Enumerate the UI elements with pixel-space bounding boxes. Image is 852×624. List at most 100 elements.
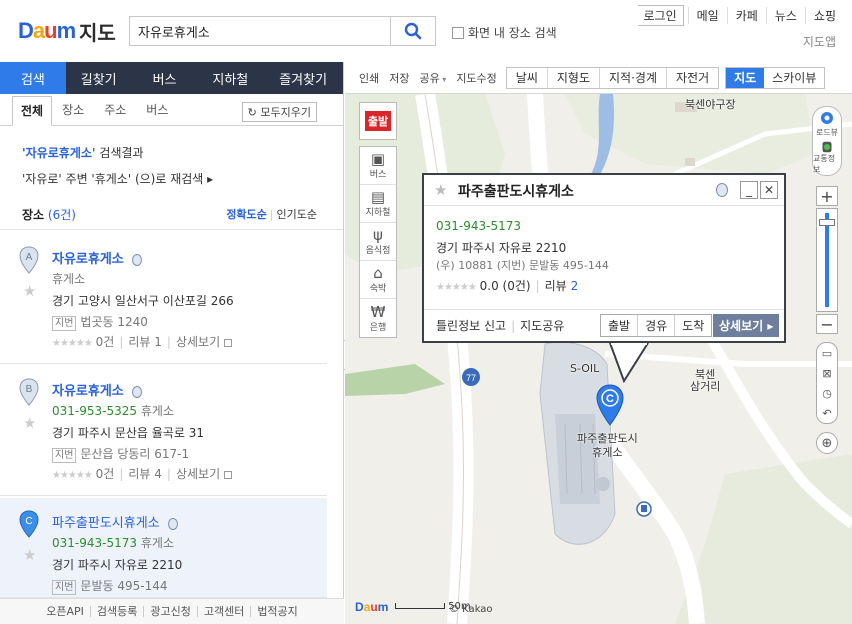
footer-openapi[interactable]: 오픈API xyxy=(40,606,90,617)
footer-register[interactable]: 검색등록 xyxy=(89,606,143,617)
review-link[interactable]: 리뷰 1 xyxy=(128,335,162,349)
favorite-star-icon[interactable]: ★ xyxy=(23,546,36,564)
place-name-link[interactable]: 파주출판도시휴게소 xyxy=(52,516,160,531)
place-name-link[interactable]: 자유로휴게소 xyxy=(52,384,124,399)
ruler-icon[interactable]: ▭ xyxy=(817,343,837,363)
category-subway[interactable]: ▤ 지하철 xyxy=(360,185,396,223)
category-bus[interactable]: ▣ 버스 xyxy=(360,147,396,185)
list-item[interactable]: B ★ 자유로휴게소 031-953-5325 휴게소 경기 파주시 문산읍 율… xyxy=(0,366,327,496)
zoom-out-button[interactable]: − xyxy=(816,314,838,334)
map-label-crossroad[interactable]: 북센 삼거리 xyxy=(690,369,720,393)
map-canvas[interactable]: 77 북센야구장 S-OIL 북센 삼거리 파주출판도시 휴게소 C 출발 ▣ 버스 … xyxy=(345,94,852,624)
category-restaurant[interactable]: ψ 음식점 xyxy=(360,223,396,261)
research-link[interactable]: '자유로' 주변 '휴게소' (으)로 재검색 ▸ xyxy=(22,166,343,192)
favorite-star-icon[interactable]: ★ xyxy=(23,414,36,432)
zoom-in-button[interactable]: + xyxy=(816,186,838,206)
login-button[interactable]: 로그인 xyxy=(637,5,684,26)
tab-favorites[interactable]: 즐겨찾기 xyxy=(263,62,343,94)
map-daum-logo: Daum xyxy=(355,600,389,614)
place-name-link[interactable]: 자유로휴게소 xyxy=(52,252,124,267)
tab-subway[interactable]: 지하철 xyxy=(197,62,263,94)
save-button[interactable]: 저장 xyxy=(384,70,414,86)
map-extra-tools: ▭ ⊠ ◷ ↶ xyxy=(816,342,838,424)
subtab-place[interactable]: 장소 xyxy=(52,101,94,125)
close-button[interactable]: ✕ xyxy=(760,181,778,199)
list-item-selected[interactable]: C ★ 파주출판도시휴게소 031-943-5173 휴게소 경기 파주시 자유… xyxy=(0,498,327,598)
review-link[interactable]: 리뷰 4 xyxy=(128,467,162,481)
favorite-star-icon[interactable]: ★ xyxy=(434,181,447,199)
category-lodging[interactable]: ⌂ 숙박 xyxy=(360,261,396,299)
roadview-icon[interactable] xyxy=(131,253,142,266)
result-keyword[interactable]: '자유로휴게소' xyxy=(22,146,96,160)
place-info-popup: ★ 파주출판도시휴게소 _ ✕ 031-943-5173 경기 파주시 자유로 … xyxy=(422,173,786,343)
roadview-icon[interactable] xyxy=(167,517,178,530)
map-service-title[interactable]: 지도 xyxy=(79,17,116,46)
detail-link[interactable]: 상세보기 xyxy=(176,335,220,349)
detail-link[interactable]: 상세보기 xyxy=(176,467,220,481)
category-bank[interactable]: ₩ 은행 xyxy=(360,299,396,337)
sort-popular[interactable]: 인기도순 xyxy=(277,208,317,221)
footer-ads[interactable]: 광고신청 xyxy=(143,606,196,617)
search-input[interactable] xyxy=(129,16,391,46)
tab-bus[interactable]: 버스 xyxy=(132,62,198,94)
area-search-label: 화면 내 장소 검색 xyxy=(468,26,557,40)
start-flag-button[interactable]: 출발 xyxy=(359,102,397,140)
map-label-factory[interactable]: 북센야구장 xyxy=(685,96,736,112)
subtab-bus[interactable]: 버스 xyxy=(136,101,178,125)
zoom-slider[interactable] xyxy=(816,208,838,312)
share-map-link[interactable]: 지도공유 xyxy=(520,319,564,333)
tab-search[interactable]: 검색 xyxy=(0,62,66,94)
svg-text:B: B xyxy=(26,384,33,395)
subtab-address[interactable]: 주소 xyxy=(94,101,136,125)
report-error-link[interactable]: 틀린정보 신고 xyxy=(436,319,506,333)
map-app-link[interactable]: 지도앱 xyxy=(803,33,836,50)
edit-map-button[interactable]: 지도수정 xyxy=(451,70,501,86)
list-item[interactable]: A ★ 자유로휴게소 휴게소 경기 고양시 일산서구 이산포길 266 지번 법곳… xyxy=(0,234,327,364)
footer-legal[interactable]: 법적공지 xyxy=(250,606,303,617)
zoom-slider-handle[interactable] xyxy=(819,219,835,226)
daum-logo[interactable]: Daum xyxy=(18,18,76,44)
print-button[interactable]: 인쇄 xyxy=(345,70,384,86)
route-via-button[interactable]: 경유 xyxy=(637,315,675,336)
footer-support[interactable]: 고객센터 xyxy=(196,606,250,617)
area-search-checkbox[interactable]: 화면 내 장소 검색 xyxy=(452,24,557,41)
my-location-icon[interactable]: ⊕ xyxy=(816,432,838,454)
clear-all-button[interactable]: ↻ 모두지우기 xyxy=(241,102,317,122)
map-label-poi[interactable]: 파주출판도시 휴게소 xyxy=(577,432,638,460)
view-map[interactable]: 지도 xyxy=(726,67,765,88)
roadview-icon[interactable] xyxy=(716,183,728,197)
list-scrollbar[interactable] xyxy=(328,292,342,624)
detail-button[interactable]: 상세보기 ▸ xyxy=(713,314,780,337)
route-end-button[interactable]: 도착 xyxy=(674,315,712,336)
search-button[interactable] xyxy=(390,16,436,46)
selected-place-marker[interactable]: C xyxy=(595,384,625,426)
tab-directions[interactable]: 길찾기 xyxy=(66,62,132,94)
share-button[interactable]: 공유 ▾ xyxy=(415,70,452,86)
layer-cadastral[interactable]: 지적·경계 xyxy=(599,67,666,88)
favorite-star-icon[interactable]: ★ xyxy=(23,282,36,300)
popup-title[interactable]: 파주출판도시휴게소 xyxy=(458,181,574,201)
route-start-button[interactable]: 출발 xyxy=(601,315,638,336)
reset-icon[interactable]: ↶ xyxy=(817,403,837,423)
map-label-soil[interactable]: S-OIL xyxy=(570,362,599,375)
mail-link[interactable]: 메일 xyxy=(687,7,727,24)
news-link[interactable]: 뉴스 xyxy=(765,7,805,24)
layer-weather[interactable]: 날씨 xyxy=(506,67,547,88)
roadview-button[interactable]: 로드뷰 xyxy=(813,107,841,141)
cafe-link[interactable]: 카페 xyxy=(726,7,766,24)
roadview-icon[interactable] xyxy=(131,385,142,398)
subtab-all[interactable]: 전체 xyxy=(12,96,53,126)
radius-icon[interactable]: ◷ xyxy=(817,383,837,403)
svg-text:C: C xyxy=(606,393,614,405)
view-skyview[interactable]: 스카이뷰 xyxy=(764,67,825,88)
area-measure-icon[interactable]: ⊠ xyxy=(817,363,837,383)
minimize-button[interactable]: _ xyxy=(740,181,758,199)
layer-bicycle[interactable]: 자전거 xyxy=(666,67,719,88)
shopping-link[interactable]: 쇼핑 xyxy=(804,7,844,24)
popup-review-count[interactable]: 2 xyxy=(571,279,579,293)
checkbox-box[interactable] xyxy=(452,26,464,39)
layer-terrain[interactable]: 지형도 xyxy=(546,67,600,88)
sort-accuracy[interactable]: 정확도순 xyxy=(226,208,266,221)
view-buttons: 지도 스카이뷰 xyxy=(725,66,826,89)
traffic-button[interactable]: 교통정보 xyxy=(813,141,841,175)
